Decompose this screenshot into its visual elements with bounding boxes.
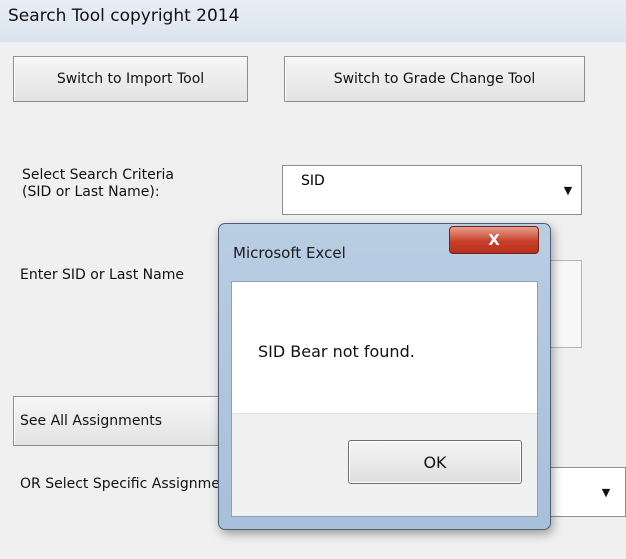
window-title: Search Tool copyright 2014 [8, 6, 240, 26]
assignment-select-label: OR Select Specific Assignment [20, 476, 235, 492]
ok-button[interactable]: OK [348, 440, 522, 484]
chevron-down-icon[interactable]: ▼ [555, 166, 581, 214]
assignment-select[interactable]: ▼ [540, 467, 626, 517]
see-all-assignments-button[interactable]: See All Assignments [13, 396, 223, 446]
search-input-label: Enter SID or Last Name [20, 267, 184, 283]
dialog-body: SID Bear not found. OK [231, 281, 538, 517]
chevron-down-icon[interactable]: ▼ [593, 468, 619, 516]
search-criteria-value: SID [301, 173, 325, 189]
message-dialog: Microsoft Excel X SID Bear not found. OK [218, 223, 551, 530]
search-criteria-select[interactable]: SID ▼ [282, 165, 582, 215]
switch-to-grade-change-button[interactable]: Switch to Grade Change Tool [284, 56, 585, 102]
dialog-title: Microsoft Excel [233, 244, 346, 262]
search-criteria-label: Select Search Criteria (SID or Last Name… [22, 167, 174, 200]
dialog-button-strip: OK [232, 413, 537, 516]
dialog-message: SID Bear not found. [258, 342, 415, 361]
switch-to-import-button[interactable]: Switch to Import Tool [13, 56, 248, 102]
title-bar: Search Tool copyright 2014 [0, 0, 626, 43]
close-icon: X [488, 231, 500, 249]
close-button[interactable]: X [449, 226, 539, 254]
